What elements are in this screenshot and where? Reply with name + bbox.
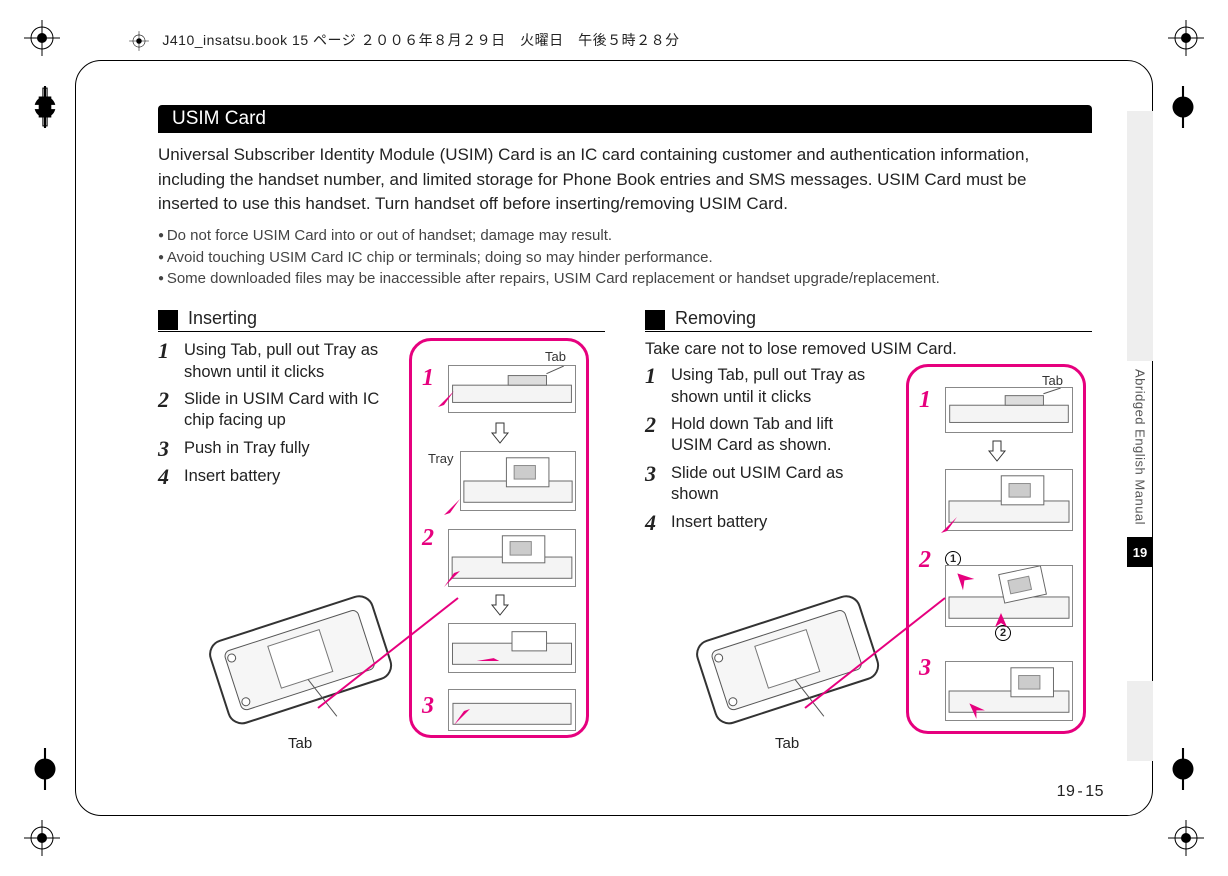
step-item: 2Slide in USIM Card with IC chip facing …	[158, 389, 388, 432]
subheading-label: Inserting	[188, 308, 257, 331]
step-item: 4 Insert battery	[158, 466, 388, 488]
step-number: 1	[645, 365, 665, 408]
insert-steps-list: 1Using Tab, pull out Tray as shown until…	[158, 340, 388, 488]
arrow-icon	[436, 389, 456, 409]
step-number: 3	[645, 463, 665, 506]
remove-note: Take care not to lose removed USIM Card.	[645, 340, 1092, 359]
page-index: 15	[1085, 783, 1104, 800]
bullet-item: Avoid touching USIM Card IC chip or term…	[158, 247, 1092, 269]
arrow-icon	[939, 515, 959, 535]
registration-mark-icon	[128, 30, 150, 52]
bullet-list: Do not force USIM Card into or out of ha…	[158, 225, 1092, 290]
step-text: Slide out USIM Card as shown	[671, 463, 875, 506]
registration-mark-icon	[1166, 18, 1206, 58]
step-text: Using Tab, pull out Tray as shown until …	[671, 365, 875, 408]
step-item: 1Using Tab, pull out Tray as shown until…	[158, 340, 388, 383]
tray-card-figure	[945, 469, 1073, 531]
page-frame: Abridged English Manual 19 USIM Card Uni…	[75, 60, 1153, 816]
step-number: 2	[158, 389, 178, 432]
down-arrow-icon	[490, 421, 510, 445]
remove-steps-list: 1Using Tab, pull out Tray as shown until…	[645, 365, 875, 534]
step-number: 4	[158, 466, 178, 488]
cross-mark-icon	[1162, 748, 1204, 790]
diagram-step-number: 2	[919, 547, 931, 574]
cross-mark-icon	[24, 86, 66, 128]
section-title-bar: USIM Card	[158, 105, 1092, 133]
subheading-insert: Inserting	[158, 308, 605, 332]
step-item: 1Using Tab, pull out Tray as shown until…	[645, 365, 875, 408]
tray-with-card-figure	[460, 451, 576, 511]
step-item: 4 Insert battery	[645, 512, 875, 534]
sidebar-tab: Abridged English Manual 19	[1127, 361, 1153, 567]
step-text: Hold down Tab and lift USIM Card as show…	[671, 414, 875, 457]
chapter-number-badge: 19	[1127, 537, 1153, 567]
arrow-icon	[442, 569, 462, 589]
registration-mark-icon	[1166, 818, 1206, 858]
tray-figure	[945, 387, 1073, 433]
step-text: Slide in USIM Card with IC chip facing u…	[184, 389, 388, 432]
step-item: 2Hold down Tab and lift USIM Card as sho…	[645, 414, 875, 457]
step-item: 3 Push in Tray fully	[158, 438, 388, 460]
cross-mark-icon	[1162, 86, 1204, 128]
card-insert-figure	[448, 529, 576, 587]
sidebar-grey-strip	[1127, 111, 1153, 361]
step-number: 2	[645, 414, 665, 457]
sidebar-label: Abridged English Manual	[1133, 361, 1148, 533]
diagram-label-tab: Tab	[1042, 373, 1063, 388]
black-square-icon	[158, 310, 178, 330]
step-item: 3Slide out USIM Card as shown	[645, 463, 875, 506]
registration-mark-icon	[22, 18, 62, 58]
step-number: 3	[158, 438, 178, 460]
registration-mark-icon	[22, 818, 62, 858]
step-text: Insert battery	[184, 466, 280, 488]
subheading-remove: Removing	[645, 308, 1092, 332]
arrow-icon	[991, 611, 1011, 631]
dash: -	[1077, 783, 1083, 800]
bullet-item: Do not force USIM Card into or out of ha…	[158, 225, 1092, 247]
cross-mark-icon	[24, 748, 66, 790]
document-info-text: J410_insatsu.book 15 ページ ２００６年８月２９日 火曜日 …	[162, 32, 679, 48]
page-number: 19-15	[1057, 783, 1104, 801]
down-arrow-icon	[490, 593, 510, 617]
diagram-label-tab: Tab	[545, 349, 566, 364]
leader-line	[795, 588, 955, 738]
diagram-step-number: 1	[919, 387, 931, 414]
step-text: Push in Tray fully	[184, 438, 310, 460]
page-chapter: 19	[1057, 783, 1076, 800]
two-column-layout: Inserting 1Using Tab, pull out Tray as s…	[158, 308, 1092, 748]
diagram-step-number: 1	[422, 365, 434, 392]
arrow-icon	[442, 497, 462, 517]
step-number: 1	[158, 340, 178, 383]
handset-tab-label: Tab	[775, 735, 799, 752]
remove-column: Removing Take care not to lose removed U…	[645, 308, 1092, 748]
insert-column: Inserting 1Using Tab, pull out Tray as s…	[158, 308, 605, 748]
black-square-icon	[645, 310, 665, 330]
subheading-label: Removing	[675, 308, 756, 331]
document-header: J410_insatsu.book 15 ページ ２００６年８月２９日 火曜日 …	[128, 30, 680, 52]
bullet-item: Some downloaded files may be inaccessibl…	[158, 268, 1092, 290]
sidebar-grey-strip	[1127, 681, 1153, 761]
leader-line	[308, 588, 468, 738]
diagram-step-number: 2	[422, 525, 434, 552]
tray-figure	[448, 365, 576, 413]
step-number: 4	[645, 512, 665, 534]
diagram-label-tray: Tray	[428, 451, 454, 466]
intro-paragraph: Universal Subscriber Identity Module (US…	[158, 143, 1058, 217]
step-text: Using Tab, pull out Tray as shown until …	[184, 340, 388, 383]
handset-tab-label: Tab	[288, 735, 312, 752]
step-text: Insert battery	[671, 512, 767, 534]
down-arrow-icon	[987, 439, 1007, 463]
